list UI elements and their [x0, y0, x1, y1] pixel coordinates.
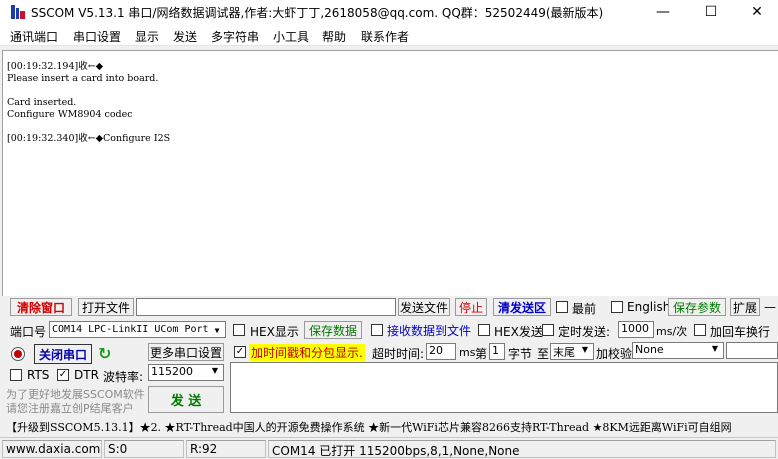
add-crlf-label: 加回车换行: [710, 325, 771, 339]
timestamp-checkbox[interactable]: ✓: [234, 346, 246, 358]
clear-send-button[interactable]: 清发送区: [493, 298, 551, 316]
topmost-checkbox[interactable]: [556, 301, 568, 313]
stop-button[interactable]: 停止: [455, 298, 487, 316]
close-button[interactable]: ✕: [734, 0, 778, 24]
add-crlf-checkbox[interactable]: [694, 324, 706, 336]
recv-line: Card inserted.: [7, 97, 77, 108]
extra-input[interactable]: [726, 342, 778, 359]
open-file-button[interactable]: 打开文件: [78, 298, 134, 316]
timeout-label: 超时时间:: [372, 347, 425, 361]
byte-unit-label: 字节: [508, 347, 533, 361]
refresh-icon[interactable]: ↻: [98, 344, 111, 363]
more-settings-button[interactable]: 更多串口设置: [148, 343, 224, 361]
hex-send-checkbox[interactable]: [478, 324, 490, 336]
baud-select[interactable]: 115200 ▼: [148, 364, 224, 381]
close-port-button[interactable]: 关闭串口: [34, 344, 92, 364]
chevron-down-icon: ▼: [711, 344, 719, 353]
status-site[interactable]: www.daxia.com: [2, 440, 102, 458]
status-received: R:92: [186, 440, 266, 458]
end-select[interactable]: 末尾 ▼: [550, 343, 594, 360]
tip-banner[interactable]: 【升级到SSCOM5.13.1】★2. ★RT-Thread中国人的开源免费操作…: [0, 416, 778, 436]
maximize-button[interactable]: ☐: [688, 0, 734, 24]
dtr-label: DTR: [74, 368, 99, 382]
checksum-value: None: [635, 343, 664, 356]
menu-send[interactable]: 发送: [173, 28, 197, 45]
menu-tools[interactable]: 小工具: [273, 28, 309, 45]
hex-send-label: HEX发送: [494, 325, 543, 339]
recv-line: Please insert a card into board.: [7, 73, 159, 84]
topmost-label: 最前: [572, 302, 597, 316]
timed-send-label: 定时发送:: [558, 325, 611, 339]
recv-line: Configure WM8904 codec: [7, 109, 133, 120]
status-bar: www.daxia.com S:0 R:92 COM14 已打开 115200b…: [0, 437, 778, 459]
save-params-button[interactable]: 保存参数: [668, 298, 726, 316]
chevron-down-icon: ▼: [581, 345, 589, 354]
promo-line-2: 请您注册嘉立创P结尾客户: [6, 402, 134, 415]
chevron-down-icon: ▼: [214, 326, 220, 335]
baud-label: 波特率:: [103, 370, 144, 384]
checksum-select[interactable]: None ▼: [632, 342, 724, 359]
rts-checkbox[interactable]: [10, 369, 22, 381]
timeout-input[interactable]: 20: [426, 343, 456, 360]
interval-input[interactable]: 1000: [618, 321, 654, 338]
timed-send-checkbox[interactable]: [542, 324, 554, 336]
to-label: 至: [537, 347, 550, 361]
recv-to-file-checkbox[interactable]: [371, 324, 383, 336]
byte-nth-label: 第: [475, 347, 488, 361]
save-data-button[interactable]: 保存数据: [304, 321, 362, 339]
menu-bar: 通讯端口 串口设置 显示 发送 多字符串 小工具 帮助 联系作者: [0, 24, 778, 46]
expand-button[interactable]: 扩展: [730, 298, 760, 316]
end-value: 末尾: [553, 346, 575, 359]
menu-display[interactable]: 显示: [135, 28, 159, 45]
baud-value: 115200: [151, 365, 193, 378]
byte-index-input[interactable]: 1: [489, 343, 505, 360]
file-path-input[interactable]: [136, 298, 396, 316]
recv-line: [00:19:32.194]收←◆: [7, 61, 103, 72]
menu-comm-port[interactable]: 通讯端口: [10, 28, 58, 45]
menu-multi-string[interactable]: 多字符串: [211, 28, 259, 45]
recv-to-file-label[interactable]: 接收数据到文件: [387, 322, 471, 339]
menu-contact[interactable]: 联系作者: [361, 28, 409, 45]
port-select[interactable]: COM14 LPC-LinkII UCom Port ▼: [49, 321, 226, 338]
app-icon: [11, 5, 25, 19]
rts-label: RTS: [27, 368, 50, 382]
menu-port-settings[interactable]: 串口设置: [73, 28, 121, 45]
minimize-button[interactable]: —: [640, 0, 686, 24]
send-button[interactable]: 发 送: [148, 386, 224, 413]
window-title: SSCOM V5.13.1 串口/网络数据调试器,作者:大虾丁丁,2618058…: [31, 6, 604, 20]
banner-text: 【升级到SSCOM5.13.1】★2. ★RT-Thread中国人的开源免费操作…: [6, 421, 732, 434]
hex-display-label: HEX显示: [250, 325, 299, 339]
english-label: English: [627, 300, 671, 314]
timeout-unit: ms: [459, 346, 476, 359]
port-label: 端口号: [10, 325, 47, 339]
recv-line: [00:19:32.340]收←◆Configure I2S: [7, 133, 171, 144]
menu-help[interactable]: 帮助: [322, 28, 346, 45]
port-value: COM14 LPC-LinkII UCom Port: [52, 324, 209, 335]
interval-unit: ms/次: [656, 325, 688, 338]
port-status-icon: [11, 347, 25, 361]
chevron-down-icon: ▼: [211, 366, 219, 375]
send-text-area[interactable]: [230, 362, 778, 413]
checksum-label: 加校验: [596, 347, 633, 361]
receive-area[interactable]: [00:19:32.194]收←◆ Please insert a card i…: [2, 50, 778, 296]
dtr-checkbox[interactable]: ✓: [57, 369, 69, 381]
clear-window-button[interactable]: 清除窗口: [10, 298, 72, 316]
status-port: COM14 已打开 115200bps,8,1,None,None: [268, 440, 776, 458]
english-checkbox[interactable]: [611, 301, 623, 313]
hex-display-checkbox[interactable]: [233, 324, 245, 336]
collapse-button[interactable]: —: [762, 298, 778, 316]
timestamp-label: 加时间戳和分包显示.: [249, 344, 365, 361]
title-bar: SSCOM V5.13.1 串口/网络数据调试器,作者:大虾丁丁,2618058…: [0, 0, 778, 24]
status-sent: S:0: [104, 440, 184, 458]
send-file-button[interactable]: 发送文件: [398, 298, 450, 316]
